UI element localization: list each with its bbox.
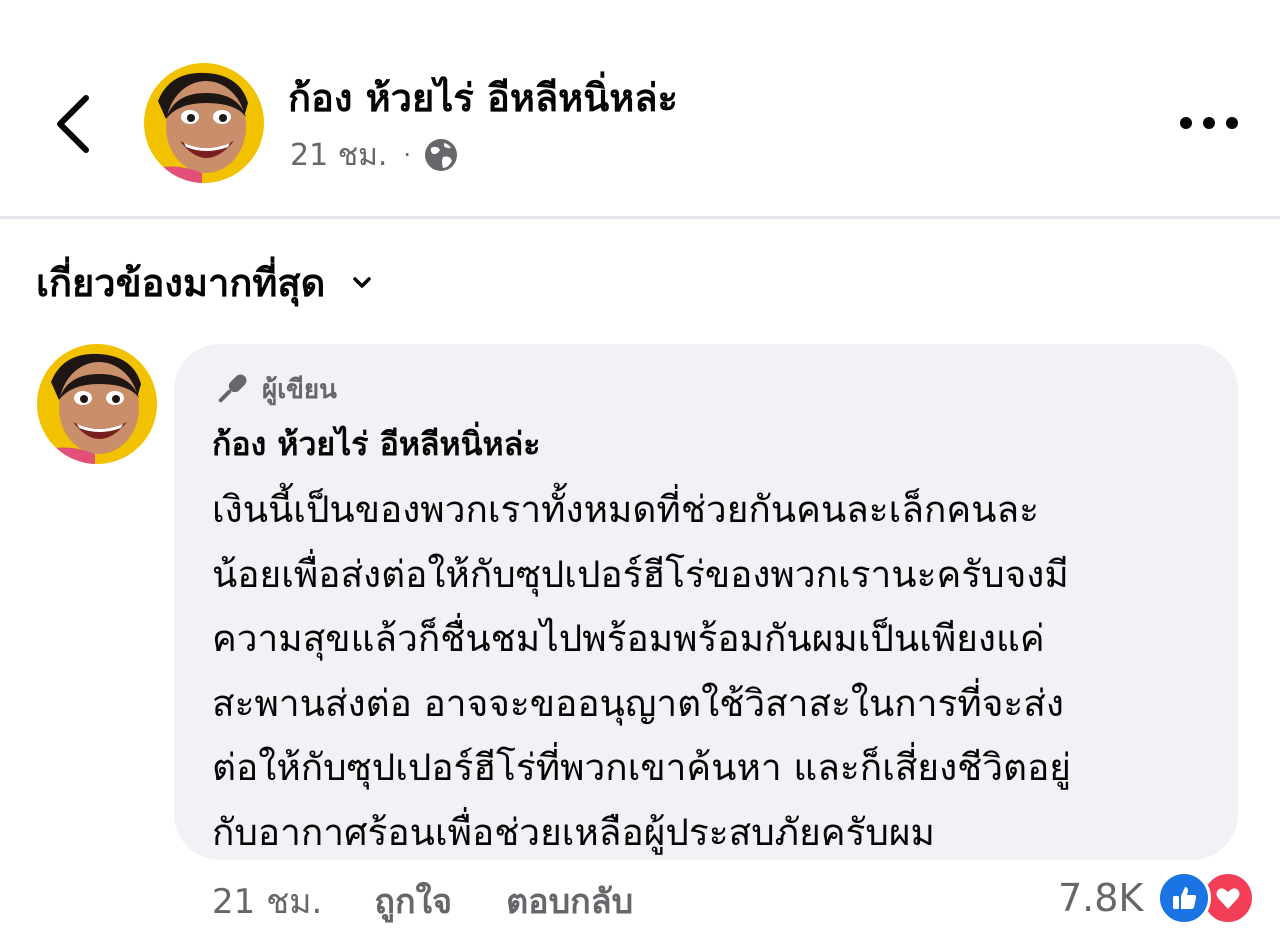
comment-text-line: น้อยเพื่อส่งต่อให้กับซุปเปอร์ฮีโร่ของพวก… xyxy=(212,552,1069,596)
comment-bubble[interactable]: ผู้เขียน ก้อง ห้วยไร่ อีหลีหนิ่หล่ะ เงิน… xyxy=(174,344,1238,860)
microphone-icon xyxy=(218,374,247,403)
meta-separator: · xyxy=(403,141,412,169)
avatar-image xyxy=(37,344,157,464)
back-button[interactable] xyxy=(40,82,104,166)
more-options-icon xyxy=(1180,117,1238,129)
post-meta: 21 ชม. · xyxy=(290,132,459,178)
like-reaction-icon xyxy=(1157,871,1212,925)
comment-sort-dropdown[interactable]: เกี่ยวข้องมากที่สุด xyxy=(36,252,373,312)
comment-actions: 21 ชม. ถูกใจ ตอบกลับ xyxy=(212,874,633,928)
comment-text-line: เงินนี้เป็นของพวกเราทั้งหมดที่ช่วยกันคนล… xyxy=(212,488,1039,531)
reaction-icons xyxy=(1157,871,1257,925)
comment-text-line: กับอากาศร้อนเพื่อช่วยเหลือผู้ประสบภัยครั… xyxy=(212,810,935,854)
chevron-left-icon xyxy=(57,95,89,153)
more-options-button[interactable] xyxy=(1170,100,1248,146)
reaction-summary[interactable]: 7.8K xyxy=(1058,868,1257,928)
post-author-name[interactable]: ก้อง ห้วยไร่ อีหลีหนิ่หล่ะ xyxy=(288,72,678,124)
sort-label: เกี่ยวข้องมากที่สุด xyxy=(36,260,326,305)
post-header: ก้อง ห้วยไร่ อีหลีหนิ่หล่ะ 21 ชม. · xyxy=(0,0,1280,218)
comment-text-line: สะพานส่งต่อ อาจจะขออนุญาตใช้วิสาสะในการท… xyxy=(212,681,1064,725)
post-comments-screen: ก้อง ห้วยไร่ อีหลีหนิ่หล่ะ 21 ชม. · เกี่… xyxy=(0,0,1280,952)
comment-text-line: ความสุขแล้วก็ชื่นชมไปพร้อมพร้อมกันผมเป็น… xyxy=(212,617,1045,660)
globe-icon xyxy=(425,139,458,171)
like-button[interactable]: ถูกใจ xyxy=(374,874,452,928)
author-badge-label: ผู้เขียน xyxy=(262,374,337,405)
comment-time[interactable]: 21 ชม. xyxy=(212,874,322,928)
comment-author-avatar[interactable] xyxy=(37,344,157,464)
comment-author-name[interactable]: ก้อง ห้วยไร่ อีหลีหนิ่หล่ะ xyxy=(212,422,540,466)
avatar-image xyxy=(144,63,264,183)
reaction-count: 7.8K xyxy=(1058,876,1144,920)
chevron-down-icon xyxy=(353,277,372,288)
comment-text-line: ต่อให้กับซุปเปอร์ฮีโร่ที่พวกเขาค้นหา และ… xyxy=(212,746,1071,789)
author-badge: ผู้เขียน xyxy=(212,366,337,412)
reply-button[interactable]: ตอบกลับ xyxy=(506,874,633,928)
post-author-avatar[interactable] xyxy=(144,63,264,183)
comment-text: เงินนี้เป็นของพวกเราทั้งหมดที่ช่วยกันคนล… xyxy=(212,478,1212,865)
header-divider xyxy=(0,216,1280,219)
post-time[interactable]: 21 ชม. xyxy=(290,132,387,179)
